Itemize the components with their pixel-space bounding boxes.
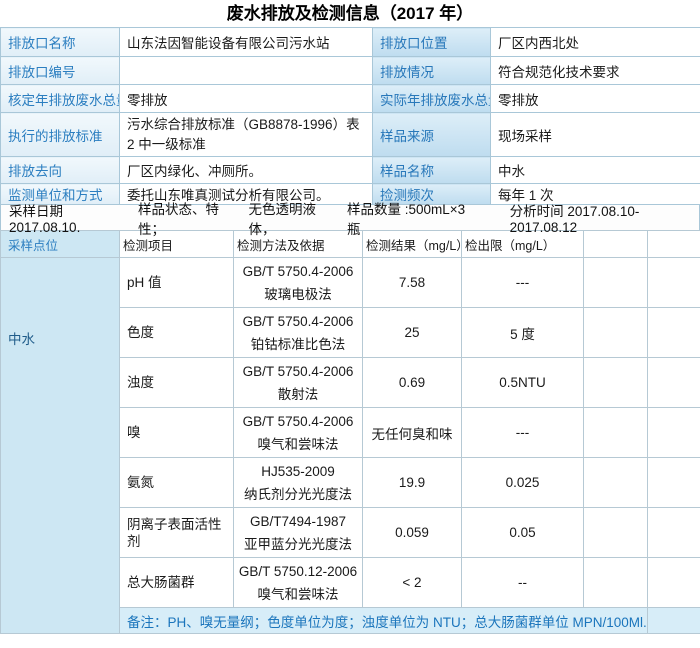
result-cell: 0.059: [363, 508, 462, 558]
limit-cell: --: [462, 558, 584, 608]
empty-cell: [648, 308, 700, 358]
method-cell: GB/T 5750.4-2006 玻璃电极法: [234, 258, 363, 308]
item-cell: 浊度: [120, 358, 234, 408]
limit-cell: 0.05: [462, 508, 584, 558]
result-cell: < 2: [363, 558, 462, 608]
result-cell: 25: [363, 308, 462, 358]
method-standard: GB/T 5750.4-2006: [236, 410, 360, 433]
method-name: 纳氏剂分光光度法: [236, 483, 360, 506]
method-standard: GB/T 5750.12-2006: [236, 560, 360, 583]
info-value-sample-name: 中水: [491, 157, 700, 184]
method-cell: GB/T 5750.4-2006 嗅气和尝味法: [234, 408, 363, 458]
report-page: 废水排放及检测信息（2017 年） 排放口名称 山东法因智能设备有限公司污水站 …: [0, 0, 700, 648]
method-standard: HJ535-2009: [236, 460, 360, 483]
info-label-actual-volume: 实际年排放废水总量: [373, 85, 491, 113]
method-cell: GB/T 5750.4-2006 铂钴标准比色法: [234, 308, 363, 358]
info-value-sample-source: 现场采样: [491, 113, 700, 157]
header-test-method: 检测方法及依据: [234, 231, 363, 258]
method-name: 嗅气和尝味法: [236, 583, 360, 606]
info-label-approved-volume: 核定年排放废水总量: [1, 85, 120, 113]
header-test-result: 检测结果（mg/L）: [363, 231, 462, 258]
sample-quantity: 样品数量 :500mL×3 瓶: [347, 198, 467, 238]
page-title: 废水排放及检测信息（2017 年）: [0, 0, 700, 27]
method-standard: GB/T 5750.4-2006: [236, 310, 360, 333]
item-cell: 阴离子表面活性剂: [120, 508, 234, 558]
empty-cell: [648, 358, 700, 408]
info-label-discharge-status: 排放情况: [373, 57, 491, 85]
limit-cell: 0.5NTU: [462, 358, 584, 408]
method-standard: GB/T 5750.4-2006: [236, 360, 360, 383]
info-value-standard: 污水综合排放标准（GB8878-1996）表 2 中一级标准: [120, 113, 373, 157]
info-label-outfall-number: 排放口编号: [1, 57, 120, 85]
method-cell: GB/T 5750.12-2006 嗅气和尝味法: [234, 558, 363, 608]
info-label-discharge-destination: 排放去向: [1, 157, 120, 184]
empty-cell: [584, 508, 648, 558]
limit-cell: ---: [462, 408, 584, 458]
limit-cell: 0.025: [462, 458, 584, 508]
sample-state-label: 样品状态、特性；: [138, 198, 233, 238]
info-value-outfall-number: [120, 57, 373, 85]
detection-table: 采样点位 检测项目 检测方法及依据 检测结果（mg/L） 检出限（mg/L） 中…: [0, 230, 700, 634]
remark-text: 备注：PH、嗅无量纲；色度单位为度；浊度单位为 NTU；总大肠菌群单位 MPN/…: [120, 608, 648, 634]
result-cell: 无任何臭和味: [363, 408, 462, 458]
empty-cell: [584, 458, 648, 508]
method-cell: GB/T 5750.4-2006 散射法: [234, 358, 363, 408]
item-cell: pH 值: [120, 258, 234, 308]
info-label-sample-source: 样品来源: [373, 113, 491, 157]
empty-cell: [648, 458, 700, 508]
info-value-discharge-destination: 厂区内绿化、冲厕所。: [120, 157, 373, 184]
sample-date: 采样日期 2017.08.10.: [9, 200, 123, 235]
method-cell: GB/T7494-1987 亚甲蓝分光光度法: [234, 508, 363, 558]
method-name: 玻璃电极法: [236, 283, 360, 306]
item-cell: 总大肠菌群: [120, 558, 234, 608]
result-cell: 19.9: [363, 458, 462, 508]
method-name: 嗅气和尝味法: [236, 433, 360, 456]
info-table: 排放口名称 山东法因智能设备有限公司污水站 排放口位置 厂区内西北处 排放口编号…: [0, 27, 700, 205]
sampling-point-cell: 中水: [1, 258, 120, 634]
empty-cell: [584, 308, 648, 358]
method-name: 散射法: [236, 383, 360, 406]
item-cell: 氨氮: [120, 458, 234, 508]
info-value-outfall-location: 厂区内西北处: [491, 28, 700, 57]
sample-info-row: 采样日期 2017.08.10. 样品状态、特性； 无色透明液体， 样品数量 :…: [0, 205, 700, 230]
info-value-discharge-status: 符合规范化技术要求: [491, 57, 700, 85]
info-label-outfall-location: 排放口位置: [373, 28, 491, 57]
result-cell: 0.69: [363, 358, 462, 408]
limit-cell: 5 度: [462, 308, 584, 358]
result-cell: 7.58: [363, 258, 462, 308]
remark-end-cell: [648, 608, 700, 634]
info-label-outfall-name: 排放口名称: [1, 28, 120, 57]
sample-state-value: 无色透明液体，: [248, 198, 332, 238]
method-name: 铂钴标准比色法: [236, 333, 360, 356]
item-cell: 色度: [120, 308, 234, 358]
empty-cell: [648, 508, 700, 558]
method-standard: GB/T7494-1987: [236, 510, 360, 533]
info-value-outfall-name: 山东法因智能设备有限公司污水站: [120, 28, 373, 57]
empty-cell: [584, 558, 648, 608]
method-name: 亚甲蓝分光光度法: [236, 533, 360, 556]
info-label-sample-name: 样品名称: [373, 157, 491, 184]
info-label-standard: 执行的排放标准: [1, 113, 120, 157]
empty-cell: [584, 408, 648, 458]
limit-cell: ---: [462, 258, 584, 308]
method-cell: HJ535-2009 纳氏剂分光光度法: [234, 458, 363, 508]
info-value-actual-volume: 零排放: [491, 85, 700, 113]
empty-cell: [584, 258, 648, 308]
method-standard: GB/T 5750.4-2006: [236, 260, 360, 283]
empty-cell: [648, 558, 700, 608]
empty-cell: [648, 408, 700, 458]
item-cell: 嗅: [120, 408, 234, 458]
sample-analysis-time: 分析时间 2017.08.10-2017.08.12: [510, 200, 684, 235]
empty-cell: [584, 358, 648, 408]
table-row: 中水 pH 值 GB/T 5750.4-2006 玻璃电极法 7.58 ---: [1, 258, 700, 308]
empty-cell: [648, 258, 700, 308]
info-value-approved-volume: 零排放: [120, 85, 373, 113]
